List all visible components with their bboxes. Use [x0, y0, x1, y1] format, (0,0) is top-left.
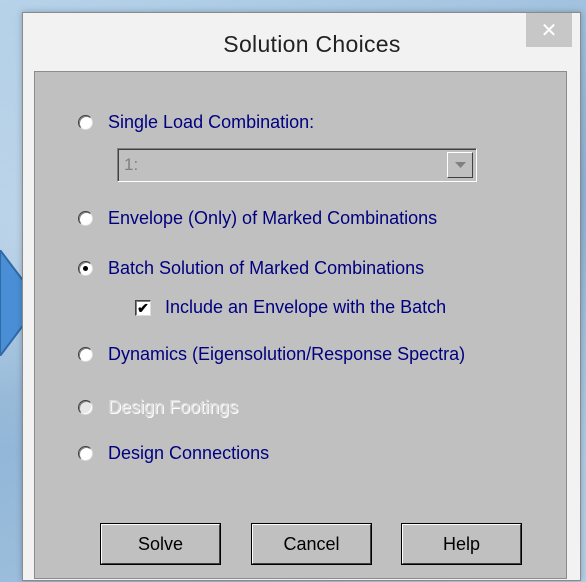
dialog-title: Solution Choices [223, 31, 401, 57]
envelope-label: Envelope (Only) of Marked Combinations [108, 208, 438, 228]
single-load-label: Single Load Combination: [108, 112, 315, 132]
option-envelope-marked[interactable]: Envelope (Only) of Marked Combinations [78, 208, 437, 229]
title-bar: Solution Choices ✕ [23, 13, 580, 69]
option-include-envelope[interactable]: ✔ Include an Envelope with the Batch [135, 297, 446, 318]
help-button[interactable]: Help [402, 524, 521, 564]
cancel-button[interactable]: Cancel [252, 524, 371, 564]
solution-choices-dialog: Solution Choices ✕ Single Load Combinati… [22, 12, 581, 581]
dynamics-radio[interactable] [78, 347, 93, 362]
include-envelope-label: Include an Envelope with the Batch [165, 297, 447, 317]
include-envelope-checkbox[interactable]: ✔ [135, 299, 151, 316]
option-single-load-combination[interactable]: Single Load Combination: [78, 112, 314, 133]
batch-radio[interactable] [78, 261, 93, 276]
option-design-connections[interactable]: Design Connections [78, 443, 269, 464]
single-load-radio[interactable] [78, 115, 93, 130]
solve-button[interactable]: Solve [101, 524, 220, 564]
dynamics-label: Dynamics (Eigensolution/Response Spectra… [108, 344, 466, 364]
envelope-radio[interactable] [78, 211, 93, 226]
load-combination-value: 1: [124, 155, 139, 174]
batch-label: Batch Solution of Marked Combinations [108, 258, 425, 278]
load-combination-select: 1: [117, 148, 477, 182]
option-batch-solution[interactable]: Batch Solution of Marked Combinations [78, 258, 424, 279]
footings-radio [78, 400, 93, 415]
connections-radio[interactable] [78, 446, 93, 461]
dialog-client-area: Single Load Combination: 1: Envelope (On… [34, 71, 567, 579]
option-dynamics[interactable]: Dynamics (Eigensolution/Response Spectra… [78, 344, 465, 365]
chevron-down-icon [447, 152, 473, 178]
connections-label: Design Connections [108, 443, 270, 463]
radio-selected-dot [83, 266, 88, 271]
option-design-footings: Design Footings [78, 397, 238, 418]
close-button[interactable]: ✕ [526, 13, 572, 47]
footings-label: Design Footings [108, 397, 239, 417]
